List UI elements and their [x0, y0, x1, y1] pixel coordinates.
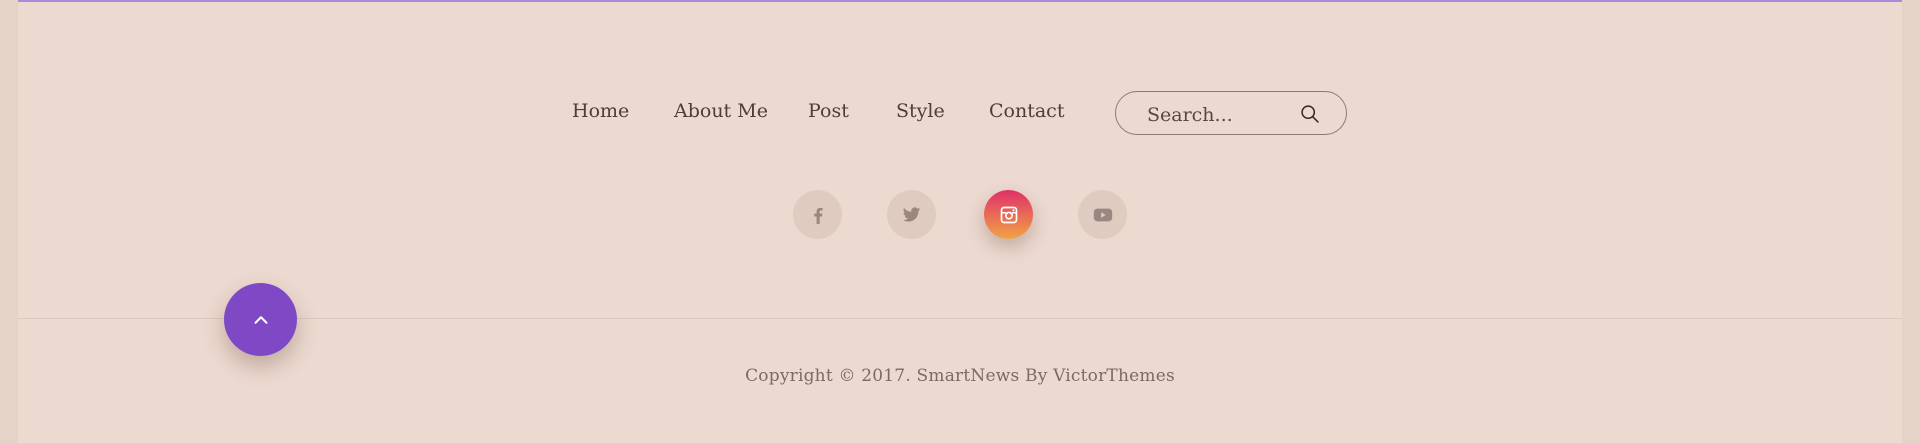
- twitter-button[interactable]: [887, 190, 936, 239]
- nav-contact-link[interactable]: Contact: [989, 100, 1064, 122]
- facebook-icon: [813, 207, 823, 224]
- youtube-icon: [1093, 208, 1112, 221]
- search-icon[interactable]: [1300, 104, 1320, 124]
- search-input[interactable]: [1145, 103, 1299, 127]
- footer-divider: [18, 318, 1902, 319]
- nav-home-link[interactable]: Home: [572, 100, 629, 122]
- back-to-top-button[interactable]: [224, 283, 297, 356]
- chevron-up-icon: [253, 315, 268, 324]
- twitter-icon: [902, 207, 921, 222]
- instagram-icon: [1000, 206, 1017, 223]
- facebook-button[interactable]: [793, 190, 842, 239]
- copyright-text: Copyright © 2017. SmartNews By VictorThe…: [745, 366, 1175, 386]
- footer-navigation: Home About Me Post Style Contact: [0, 92, 1920, 136]
- youtube-button[interactable]: [1078, 190, 1127, 239]
- search-box: [1115, 91, 1347, 135]
- instagram-button[interactable]: [984, 190, 1033, 239]
- nav-style-link[interactable]: Style: [896, 100, 945, 122]
- nav-about-me-link[interactable]: About Me: [674, 100, 768, 122]
- nav-post-link[interactable]: Post: [808, 100, 849, 122]
